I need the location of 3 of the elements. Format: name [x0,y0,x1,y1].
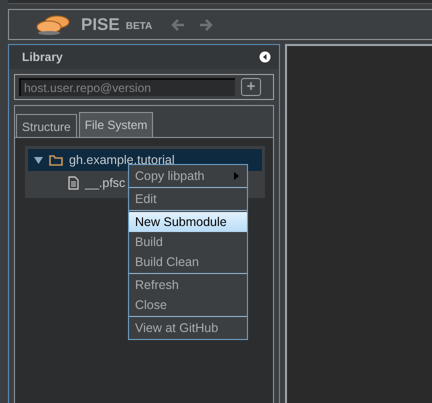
beta-label: BETA [126,20,152,32]
panel-title: Library [22,50,63,64]
app-title: PISE [81,14,120,34]
